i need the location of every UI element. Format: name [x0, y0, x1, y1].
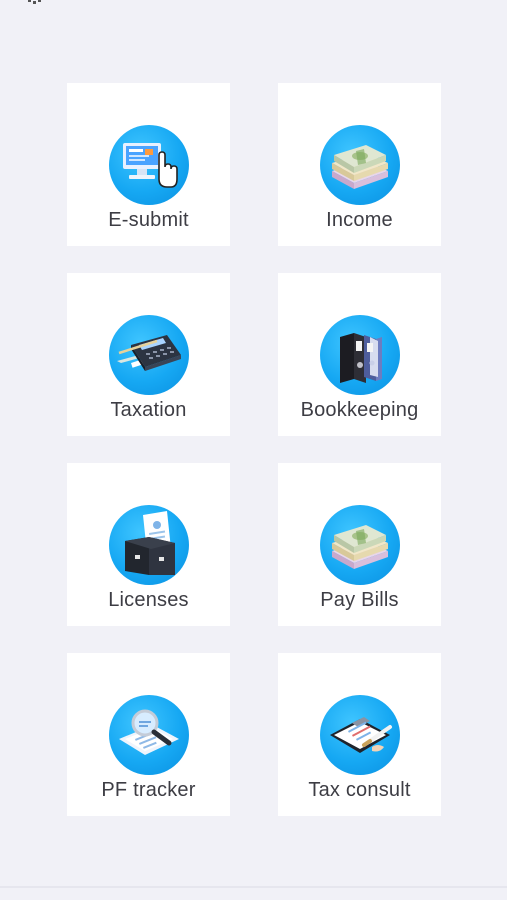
tile-label: Bookkeeping [300, 399, 419, 421]
magnifier-document-icon [108, 695, 189, 775]
tile-licenses[interactable]: Licenses [67, 463, 230, 626]
tile-label: PF tracker [101, 779, 196, 801]
tile-label: Licenses [108, 589, 189, 611]
money-stack-icon [319, 125, 400, 205]
tile-taxation[interactable]: Taxation [67, 273, 230, 436]
tile-label: Taxation [110, 399, 187, 421]
tile-label: Pay Bills [320, 589, 399, 611]
calculator-icon [108, 315, 189, 395]
tile-label: E-submit [108, 209, 189, 231]
binders-icon [319, 315, 400, 395]
tile-income[interactable]: Income [278, 83, 441, 246]
services-grid: E-submit Income Taxation Bookkeeping Lic… [67, 83, 441, 816]
clipboard-pen-icon [319, 695, 400, 775]
tile-bookkeeping[interactable]: Bookkeeping [278, 273, 441, 436]
tile-label: Income [326, 209, 393, 231]
tile-e-submit[interactable]: E-submit [67, 83, 230, 246]
money-stack-icon [319, 505, 400, 585]
computer-click-icon [108, 125, 189, 205]
divider [0, 886, 507, 888]
tile-pay-bills[interactable]: Pay Bills [278, 463, 441, 626]
tile-pf-tracker[interactable]: PF tracker [67, 653, 230, 816]
status-glyph-icon [26, 0, 46, 6]
briefcase-document-icon [108, 505, 189, 585]
tile-label: Tax consult [308, 779, 411, 801]
tile-tax-consult[interactable]: Tax consult [278, 653, 441, 816]
